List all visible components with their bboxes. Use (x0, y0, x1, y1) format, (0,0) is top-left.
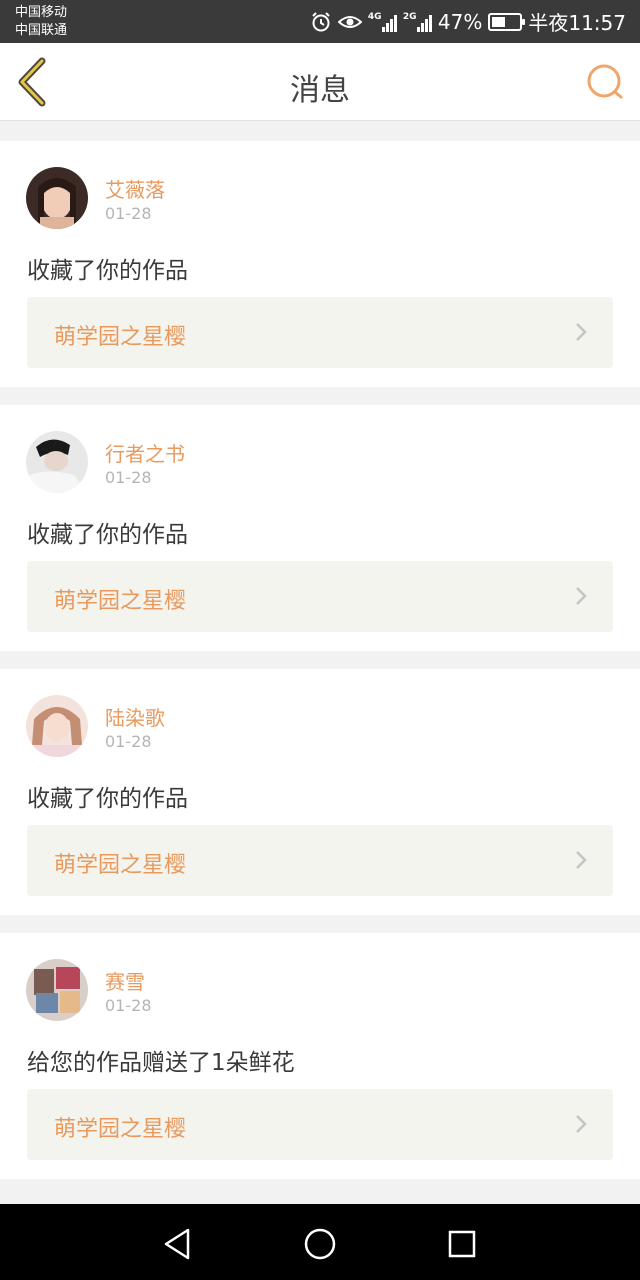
avatar[interactable] (26, 431, 88, 493)
network-type-1: 4G (367, 11, 382, 22)
message-text: 收藏了你的作品 (27, 522, 188, 548)
network-type-2: 2G (402, 11, 417, 22)
work-link[interactable]: 萌学园之星樱 (27, 1089, 613, 1160)
message-text: 收藏了你的作品 (27, 258, 188, 284)
back-triangle-icon (164, 1228, 190, 1260)
message-card: 赛雪 01-28 给您的作品赠送了1朵鲜花 萌学园之星樱 (0, 933, 640, 1179)
nav-recents-button[interactable] (442, 1224, 482, 1264)
work-link[interactable]: 萌学园之星樱 (27, 825, 613, 896)
carrier-2: 中国联通 (15, 23, 68, 38)
message-date: 01-28 (105, 204, 152, 223)
chevron-right-icon (576, 323, 587, 341)
work-title: 萌学园之星樱 (54, 325, 187, 350)
battery-icon (488, 12, 526, 31)
chevron-right-icon (576, 1115, 587, 1133)
nav-back-button[interactable] (158, 1224, 198, 1264)
username[interactable]: 赛雪 (105, 966, 145, 995)
avatar[interactable] (26, 167, 88, 229)
work-link[interactable]: 萌学园之星樱 (27, 297, 613, 368)
search-icon (587, 64, 623, 99)
chevron-right-icon (576, 587, 587, 605)
work-link[interactable]: 萌学园之星樱 (27, 561, 613, 632)
message-text: 给您的作品赠送了1朵鲜花 (27, 1050, 295, 1076)
carrier-info: 中国移动 中国联通 (15, 4, 67, 40)
home-circle-icon (304, 1228, 336, 1260)
signal-icon: 4G (368, 12, 397, 32)
message-card: 艾薇落 01-28 收藏了你的作品 萌学园之星樱 (0, 141, 640, 387)
message-list: 艾薇落 01-28 收藏了你的作品 萌学园之星樱 行者之书 01-28 收藏了你… (0, 141, 640, 1197)
clock: 半夜11:57 (528, 11, 626, 35)
battery-percent: 47% (437, 9, 483, 34)
username[interactable]: 行者之书 (105, 438, 185, 467)
message-date: 01-28 (105, 996, 152, 1015)
signal-icon: 2G (403, 12, 432, 32)
username[interactable]: 艾薇落 (105, 174, 165, 203)
message-date: 01-28 (105, 732, 152, 751)
work-title: 萌学园之星樱 (54, 853, 187, 878)
message-text: 收藏了你的作品 (27, 786, 188, 812)
message-date: 01-28 (105, 468, 152, 487)
alarm-icon (310, 11, 332, 33)
message-card: 行者之书 01-28 收藏了你的作品 萌学园之星樱 (0, 405, 640, 651)
avatar[interactable] (26, 959, 88, 1021)
system-nav-bar (0, 1204, 640, 1280)
recents-square-icon (448, 1230, 476, 1258)
nav-home-button[interactable] (300, 1224, 340, 1264)
avatar[interactable] (26, 695, 88, 757)
username[interactable]: 陆染歌 (105, 702, 165, 731)
chevron-right-icon (576, 851, 587, 869)
page-title: 消息 (290, 73, 350, 108)
header: 消息 (0, 43, 640, 121)
eye-icon (337, 13, 362, 31)
message-card: 陆染歌 01-28 收藏了你的作品 萌学园之星樱 (0, 669, 640, 915)
work-title: 萌学园之星樱 (54, 1117, 187, 1142)
search-button[interactable] (584, 61, 626, 103)
work-title: 萌学园之星樱 (54, 589, 187, 614)
status-bar: 中国移动 中国联通 4G 2G 47% 半夜11:57 (0, 0, 640, 43)
carrier-1: 中国移动 (15, 5, 68, 20)
